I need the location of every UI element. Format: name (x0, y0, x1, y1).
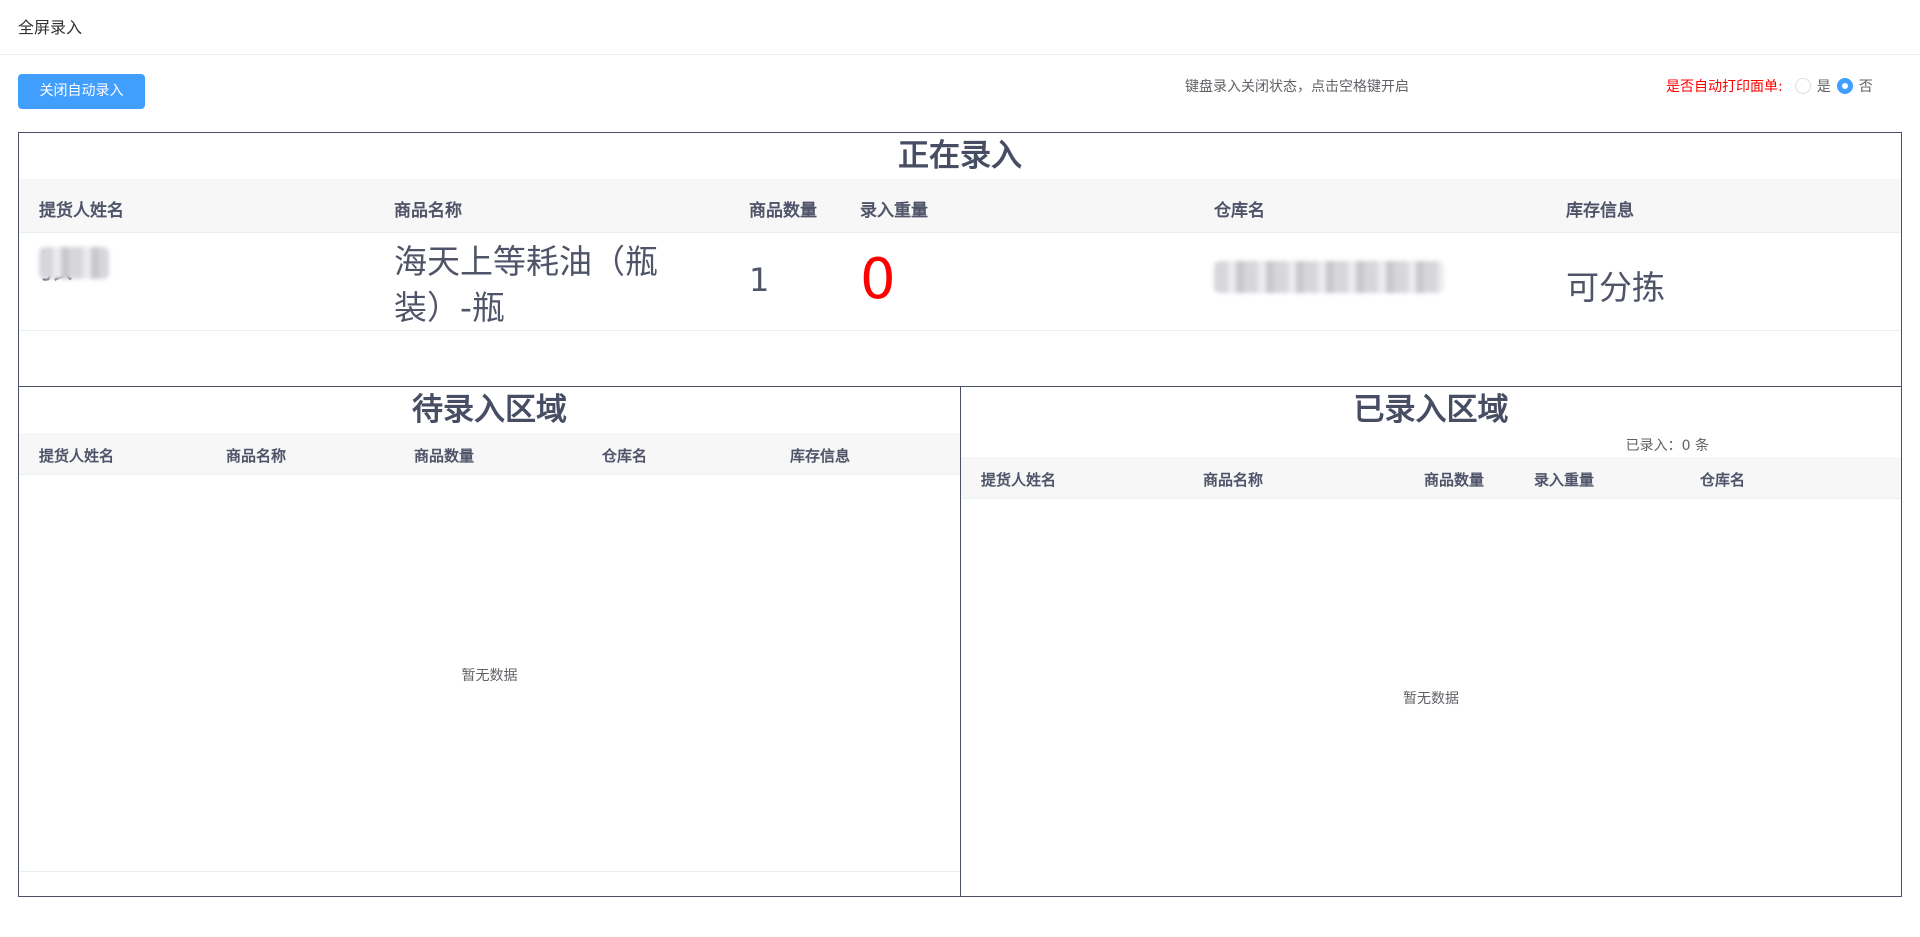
print-yes-label: 是 (1816, 79, 1831, 95)
radio-checked-icon (1836, 78, 1853, 94)
entered-count: 已录入：0 条 (1625, 438, 1709, 454)
col-weight: 录入重量 (860, 201, 928, 221)
header-divider (0, 54, 1920, 55)
pending-entry-title: 待录入区域 (412, 392, 567, 427)
quantity-cell: 1 (749, 261, 770, 299)
page-title: 全屏录入 (18, 18, 83, 37)
col-recipient-name: 提货人姓名 (39, 201, 124, 221)
pending-empty-text: 暂无数据 (461, 668, 518, 684)
product-name-cell: 海天上等耗油（瓶装）-瓶 (394, 242, 658, 327)
print-yes-radio[interactable]: 是 (1794, 76, 1831, 96)
entered-table-header: 提货人姓名 商品名称 商品数量 录入重量 仓库名 (961, 457, 1901, 499)
print-no-radio[interactable]: 否 (1836, 76, 1873, 96)
col-product-name: 商品名称 (226, 447, 287, 465)
col-stock: 库存信息 (790, 447, 851, 465)
col-weight: 录入重量 (1534, 471, 1595, 489)
print-no-label: 否 (1858, 79, 1873, 95)
col-quantity: 商品数量 (749, 201, 817, 221)
divider (19, 871, 960, 872)
radio-unchecked-icon (1794, 78, 1811, 94)
keyboard-status-text: 键盘录入关闭状态，点击空格键开启 (1185, 79, 1409, 95)
entered-title: 已录入区域 (1353, 392, 1509, 427)
col-stock: 库存信息 (1566, 201, 1634, 221)
entered-section: 已录入区域 已录入：0 条 提货人姓名 商品名称 商品数量 录入重量 仓库名 暂… (960, 386, 1902, 897)
col-quantity: 商品数量 (1424, 471, 1485, 489)
col-warehouse: 仓库名 (1700, 471, 1746, 489)
current-entry-title: 正在录入 (898, 138, 1022, 173)
current-table-row: 张 海天上等耗油（瓶装）-瓶 1 0 可分拣 (19, 233, 1901, 331)
col-warehouse: 仓库名 (1214, 201, 1265, 221)
close-auto-entry-button[interactable]: 关闭自动录入 (18, 74, 145, 109)
col-warehouse: 仓库名 (602, 447, 648, 465)
current-table-header: 提货人姓名 商品名称 商品数量 录入重量 仓库名 库存信息 (19, 179, 1901, 233)
pending-entry-section: 待录入区域 提货人姓名 商品名称 商品数量 仓库名 库存信息 暂无数据 (18, 386, 961, 897)
pending-table-header: 提货人姓名 商品名称 商品数量 仓库名 库存信息 (19, 433, 960, 475)
col-quantity: 商品数量 (414, 447, 475, 465)
redacted-warehouse-blur (1214, 261, 1444, 293)
current-entry-section: 正在录入 提货人姓名 商品名称 商品数量 录入重量 仓库名 库存信息 张 海天上… (18, 132, 1902, 386)
col-product-name: 商品名称 (1203, 471, 1264, 489)
col-product-name: 商品名称 (394, 201, 462, 221)
entered-empty-text: 暂无数据 (1403, 691, 1459, 707)
auto-print-setting: 是否自动打印面单: 是 否 (1666, 76, 1873, 96)
col-recipient-name: 提货人姓名 (39, 447, 115, 465)
redacted-name-blur (39, 247, 109, 279)
auto-print-label: 是否自动打印面单: (1666, 79, 1783, 95)
stock-cell: 可分拣 (1566, 268, 1665, 307)
weight-cell: 0 (860, 247, 896, 312)
col-recipient-name: 提货人姓名 (981, 471, 1057, 489)
